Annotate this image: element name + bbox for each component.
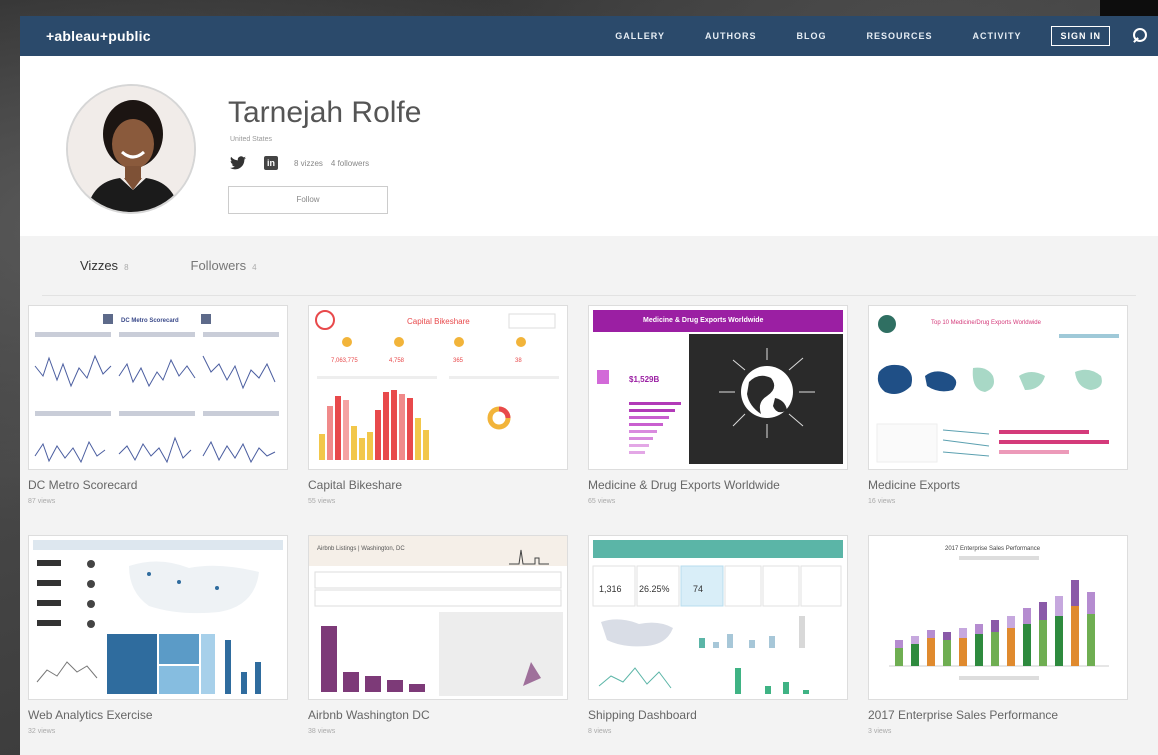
profile-header: Tarnejah Rolfe United States in 8 vizzes… <box>20 56 1158 236</box>
viz-views: 3 views <box>868 728 892 735</box>
shipping-preview: 1,316 26.25% 74 <box>592 540 843 694</box>
medicine-worldwide-preview: Medicine & Drug Exports Worldwide $1,529… <box>593 310 843 464</box>
viz-thumbnail-dc-metro[interactable]: DC Metro Scorecard <box>28 305 288 470</box>
top-nav: +ableau+public GALLERY AUTHORS BLOG RESO… <box>20 16 1158 56</box>
shipping-kpi-3: 74 <box>693 584 703 594</box>
nav-links: GALLERY AUTHORS BLOG RESOURCES ACTIVITY … <box>575 26 1148 46</box>
viz-title[interactable]: 2017 Enterprise Sales Performance <box>868 708 1128 722</box>
bikeshare-kpi-3: 365 <box>453 358 464 364</box>
tab-followers[interactable]: Followers 4 <box>191 258 257 273</box>
viz-thumbnail-medicine-worldwide[interactable]: Medicine & Drug Exports Worldwide $1,529… <box>588 305 848 470</box>
twitter-icon[interactable] <box>230 156 246 170</box>
bikeshare-kpi-1: 7,063,775 <box>331 358 358 364</box>
nav-gallery[interactable]: GALLERY <box>615 31 665 41</box>
viz-thumbnail-medicine-exports[interactable]: Top 10 Medicine/Drug Exports Worldwide <box>868 305 1128 470</box>
social-row: in 8 vizzes 4 followers <box>230 156 369 170</box>
viz-title[interactable]: Medicine & Drug Exports Worldwide <box>588 478 848 492</box>
nav-activity[interactable]: ACTIVITY <box>972 31 1021 41</box>
viz-views: 8 views <box>588 728 612 735</box>
viz-title[interactable]: DC Metro Scorecard <box>28 478 288 492</box>
viz-views: 87 views <box>28 498 56 505</box>
search-icon[interactable] <box>1132 28 1148 44</box>
profile-name: Tarnejah Rolfe <box>228 96 422 129</box>
tab-followers-label: Followers <box>190 258 247 273</box>
viz-thumbnail-web-analytics[interactable] <box>28 535 288 700</box>
tab-vizzes[interactable]: Vizzes 8 <box>80 258 129 273</box>
viz-grid: DC Metro Scorecard DC Metro Scorecard 87… <box>28 305 1128 735</box>
bikeshare-heading: Capital Bikeshare <box>407 317 470 326</box>
medicine-kpi: $1,529B <box>629 375 659 384</box>
dc-metro-heading: DC Metro Scorecard <box>121 318 179 324</box>
medicine-exports-heading: Top 10 Medicine/Drug Exports Worldwide <box>931 320 1042 326</box>
airbnb-heading: Airbnb Listings | Washington, DC <box>317 546 405 552</box>
bikeshare-preview: Capital Bikeshare 7,063,775 4,758 365 38 <box>315 310 559 460</box>
bikeshare-kpi-2: 4,758 <box>389 358 405 364</box>
nav-authors[interactable]: AUTHORS <box>705 31 757 41</box>
viz-card[interactable]: 1,316 26.25% 74 Shipping Dashboard 8 vie… <box>588 535 848 735</box>
medicine-exports-preview: Top 10 Medicine/Drug Exports Worldwide <box>876 315 1119 463</box>
viz-views: 32 views <box>28 728 56 735</box>
profile-location: United States <box>230 136 273 143</box>
viz-title[interactable]: Medicine Exports <box>868 478 1128 492</box>
tab-vizzes-count: 8 <box>124 263 129 272</box>
avatar <box>66 84 196 214</box>
viz-thumbnail-shipping[interactable]: 1,316 26.25% 74 <box>588 535 848 700</box>
viz-title[interactable]: Airbnb Washington DC <box>308 708 568 722</box>
viz-thumbnail-airbnb[interactable]: Airbnb Listings | Washington, DC <box>308 535 568 700</box>
tab-followers-count: 4 <box>252 263 257 272</box>
follow-button[interactable]: Follow <box>228 186 388 214</box>
viz-card[interactable]: Web Analytics Exercise 32 views <box>28 535 288 735</box>
viz-thumbnail-enterprise-sales[interactable]: 2017 Enterprise Sales Performance <box>868 535 1128 700</box>
nav-resources[interactable]: RESOURCES <box>866 31 932 41</box>
viz-views: 65 views <box>588 498 616 505</box>
viz-title[interactable]: Shipping Dashboard <box>588 708 848 722</box>
viz-views: 38 views <box>308 728 336 735</box>
enterprise-sales-preview: 2017 Enterprise Sales Performance <box>889 546 1109 680</box>
linkedin-icon[interactable]: in <box>264 156 278 170</box>
viz-title[interactable]: Capital Bikeshare <box>308 478 568 492</box>
viz-card[interactable]: Airbnb Listings | Washington, DC Airbnb … <box>308 535 568 735</box>
followers-stat: 4 followers <box>330 158 370 168</box>
viz-card[interactable]: Capital Bikeshare 7,063,775 4,758 365 38 <box>308 305 568 505</box>
viz-card[interactable]: 2017 Enterprise Sales Performance 2017 E… <box>868 535 1128 735</box>
web-analytics-preview <box>33 540 283 694</box>
avatar-photo <box>68 86 194 212</box>
shipping-kpi-1: 1,316 <box>599 584 622 594</box>
medicine-worldwide-heading: Medicine & Drug Exports Worldwide <box>643 317 764 324</box>
bikeshare-kpi-4: 38 <box>515 358 522 364</box>
viz-card[interactable]: Medicine & Drug Exports Worldwide $1,529… <box>588 305 848 505</box>
shipping-kpi-2: 26.25% <box>639 584 670 594</box>
profile-tabs: Vizzes 8 Followers 4 <box>42 236 1136 296</box>
tableau-public-logo[interactable]: +ableau+public <box>46 28 151 44</box>
viz-title[interactable]: Web Analytics Exercise <box>28 708 288 722</box>
viz-thumbnail-capital-bikeshare[interactable]: Capital Bikeshare 7,063,775 4,758 365 38 <box>308 305 568 470</box>
sign-in-button[interactable]: SIGN IN <box>1051 26 1110 46</box>
nav-blog[interactable]: BLOG <box>796 31 826 41</box>
airbnb-preview: Airbnb Listings | Washington, DC <box>309 536 567 696</box>
viz-views: 16 views <box>868 498 896 505</box>
viz-views: 55 views <box>308 498 336 505</box>
dc-metro-preview: DC Metro Scorecard <box>34 314 279 464</box>
vizzes-stat: 8 vizzes <box>294 158 323 168</box>
tab-vizzes-label: Vizzes <box>80 258 119 273</box>
viz-card[interactable]: Top 10 Medicine/Drug Exports Worldwide M… <box>868 305 1128 505</box>
enterprise-sales-heading: 2017 Enterprise Sales Performance <box>945 546 1041 552</box>
viz-card[interactable]: DC Metro Scorecard DC Metro Scorecard 87… <box>28 305 288 505</box>
